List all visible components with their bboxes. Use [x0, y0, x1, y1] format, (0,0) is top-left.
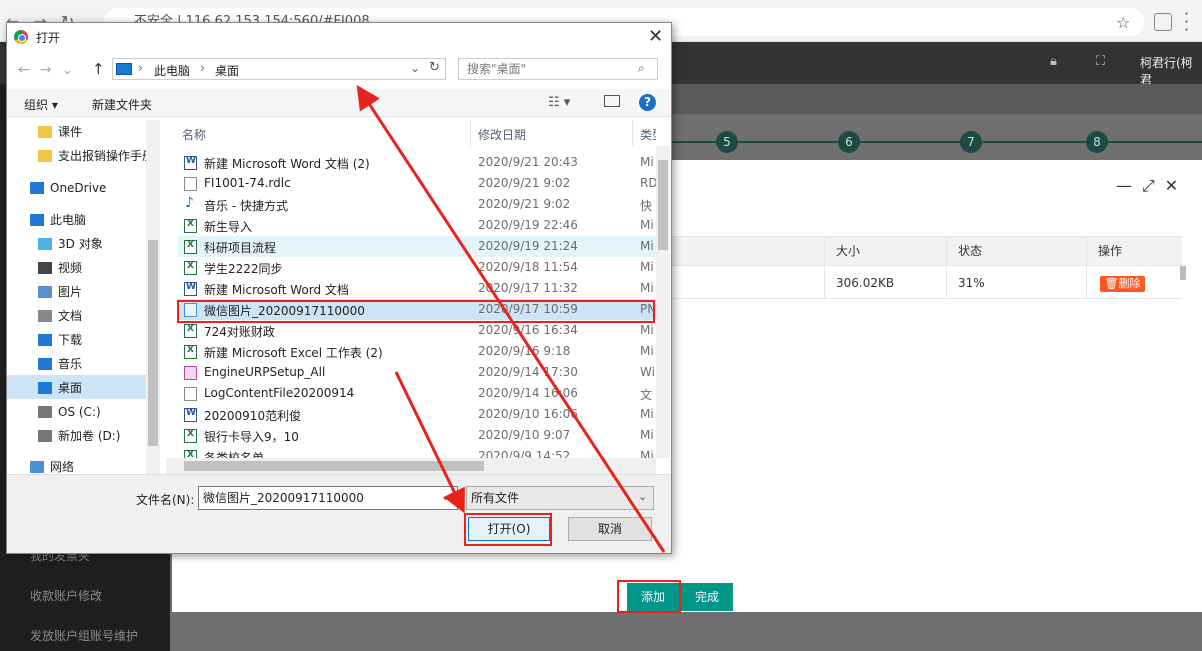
arrow-to-open	[394, 371, 465, 514]
arrow-to-path	[356, 84, 666, 553]
annotation-arrows	[356, 84, 666, 553]
